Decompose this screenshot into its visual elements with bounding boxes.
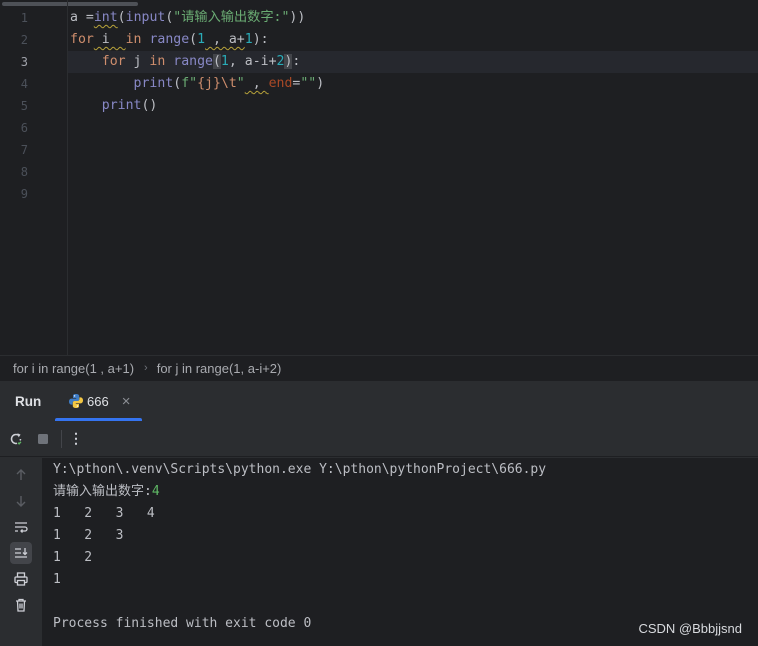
code-line-9[interactable] [68, 183, 758, 205]
code-token: ( [117, 10, 126, 25]
rerun-button[interactable] [5, 428, 27, 450]
console-prompt: 请输入输出数字: [53, 484, 152, 499]
console-output[interactable]: Y:\pthon\.venv\Scripts\python.exe Y:\pth… [42, 458, 758, 646]
run-side-toolbar [0, 458, 42, 646]
code-token-builtin: input [125, 10, 166, 25]
code-token: ) [316, 76, 325, 91]
breadcrumb-item-outer-loop[interactable]: for i in range(1 , a+1) [13, 361, 134, 376]
line-number: 6 [20, 121, 28, 135]
code-token: , a+ [205, 32, 245, 47]
tab-run-config[interactable]: 666 × [55, 381, 142, 421]
console-prompt-line: 请输入输出数字:4 [53, 481, 758, 503]
code-token-builtin: print [133, 76, 174, 91]
code-token: ( [173, 76, 182, 91]
code-line-3[interactable]: for j in range(1, a-i+2): [68, 51, 758, 73]
console-output-row: 1 2 3 [53, 528, 124, 543]
code-token-keyword: for [101, 54, 126, 69]
code-token: , [244, 76, 269, 91]
code-token: a [70, 10, 86, 25]
tool-window-title: Run [15, 393, 42, 409]
code-token-builtin: int [93, 10, 118, 25]
down-arrow-icon[interactable] [10, 490, 32, 512]
python-icon [68, 393, 84, 414]
line-number: 4 [20, 77, 28, 91]
horizontal-scrollbar[interactable] [2, 2, 138, 6]
toolbar-divider [61, 429, 62, 448]
code-line-8[interactable] [68, 161, 758, 183]
code-token: )) [289, 10, 306, 25]
chevron-right-icon: › [144, 362, 148, 374]
breadcrumb: for i in range(1 , a+1) › for j in range… [0, 355, 758, 380]
code-token-string: " [236, 76, 245, 91]
line-number: 7 [20, 143, 28, 157]
code-token-number: 1 [220, 54, 229, 69]
trash-icon[interactable] [10, 594, 32, 616]
code-token: i [93, 32, 126, 47]
code-line-2[interactable]: for i in range(1 , a+1): [68, 29, 758, 51]
code-line-7[interactable] [68, 139, 758, 161]
code-token-string: f" [181, 76, 198, 91]
line-number: 3 [20, 55, 28, 69]
code-token-escape: \t [220, 76, 237, 91]
console-output-row: 1 2 3 4 [53, 506, 155, 521]
code-token: , a-i+ [228, 54, 277, 69]
console-user-input: 4 [151, 484, 160, 499]
code-token-number: 1 [197, 32, 206, 47]
code-token: ): [252, 32, 269, 47]
up-arrow-icon[interactable] [10, 464, 32, 486]
more-options-icon[interactable]: ⋮ [69, 430, 83, 447]
code-token: = [85, 10, 94, 25]
run-toolbar: ⋮ [0, 421, 758, 457]
print-icon[interactable] [10, 568, 32, 590]
code-line-4[interactable]: print(f"{j}\t" , end="") [68, 73, 758, 95]
code-token-keyword: in [125, 32, 142, 47]
line-number: 9 [20, 187, 28, 201]
code-line-5[interactable]: print() [68, 95, 758, 117]
line-number: 5 [20, 99, 28, 113]
tab-label: 666 [87, 393, 109, 409]
code-token-keyword: in [149, 54, 166, 69]
code-token: ( [189, 32, 198, 47]
run-tool-window: Run 666 × ⋮ Y:\pthon\.venv\Scripts\pytho… [0, 380, 758, 646]
code-token-builtin: range [149, 32, 190, 47]
code-token-number: 1 [244, 32, 253, 47]
watermark: CSDN @Bbbjjsnd [638, 621, 742, 636]
code-token-builtin: print [101, 98, 142, 113]
code-token-string: "" [300, 76, 317, 91]
code-token-keyword: for [70, 32, 94, 47]
line-number: 8 [20, 165, 28, 179]
code-token: : [292, 54, 301, 69]
matched-paren: ( [212, 54, 221, 69]
code-token: () [141, 98, 158, 113]
rerun-icon [10, 432, 23, 445]
code-editor[interactable]: 1 2 3 4 5 6 7 8 9 a =int(input("请输入输出数字:… [0, 0, 758, 355]
breadcrumb-item-inner-loop[interactable]: for j in range(1, a-i+2) [157, 361, 282, 376]
line-number: 2 [20, 33, 28, 47]
code-token-string: "请输入输出数字:" [173, 10, 290, 25]
code-token-fstring-expr: {j} [197, 76, 221, 91]
code-line-1[interactable]: a =int(input("请输入输出数字:")) [68, 7, 758, 29]
code-area[interactable]: a =int(input("请输入输出数字:")) for i in range… [68, 7, 758, 205]
code-token: j [125, 54, 150, 69]
close-icon[interactable]: × [122, 394, 131, 409]
console-output-row: 1 2 [53, 550, 93, 565]
console-output-row: 1 [53, 572, 61, 587]
console-command-line: Y:\pthon\.venv\Scripts\python.exe Y:\pth… [53, 462, 547, 477]
stop-icon [38, 433, 48, 444]
code-token-param: end [268, 76, 293, 91]
soft-wrap-icon[interactable] [10, 516, 32, 538]
scroll-to-end-icon[interactable] [10, 542, 32, 564]
code-token-builtin: range [173, 54, 213, 69]
code-line-6[interactable] [68, 117, 758, 139]
line-number: 1 [20, 11, 28, 25]
line-number-gutter: 1 2 3 4 5 6 7 8 9 [0, 7, 58, 205]
stop-button[interactable] [32, 428, 54, 450]
